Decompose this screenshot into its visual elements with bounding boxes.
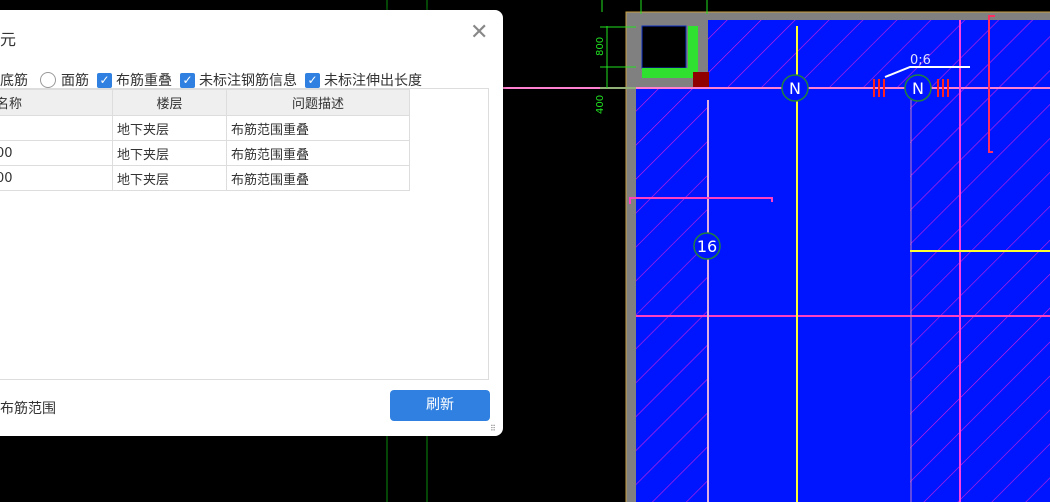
checkbox-label: 未标注伸出长度 <box>324 73 422 89</box>
marker-n[interactable]: N <box>789 79 801 98</box>
hatch <box>910 88 1050 502</box>
table-header: 名称 楼层 问题描述 <box>0 89 410 116</box>
rebar-label: 0;6 <box>910 53 931 68</box>
cell-floor: 地下夹层 <box>112 115 227 141</box>
checkbox-checked-icon[interactable]: ✓ <box>97 72 112 88</box>
filter-options: 底筋 面筋 ✓ 布筋重叠 ✓ 未标注钢筋信息 ✓ 未标注伸出长度 <box>0 70 430 90</box>
checkbox-unlabeled-info[interactable]: ✓ 未标注钢筋信息 <box>180 70 297 90</box>
opening <box>641 25 687 69</box>
rebar-range-label: 布筋范围 <box>0 401 56 417</box>
dialog-title: 图元 <box>0 30 17 49</box>
checkbox-checked-icon[interactable]: ✓ <box>180 72 195 88</box>
table-row[interactable]: 00 地下夹层 布筋范围重叠 <box>0 165 410 191</box>
hatch <box>708 20 1050 88</box>
resize-grip-icon[interactable]: ⠿ <box>490 424 496 433</box>
cell-name: 00 <box>0 140 113 166</box>
checkbox-checked-icon[interactable]: ✓ <box>305 72 320 88</box>
close-icon[interactable]: ✕ <box>470 22 488 44</box>
cell-description: 布筋范围重叠 <box>226 115 410 141</box>
column-header-floor[interactable]: 楼层 <box>112 89 227 116</box>
cell-name <box>0 115 113 141</box>
marker-16[interactable]: 16 <box>697 237 717 256</box>
refresh-button[interactable]: 刷新 <box>390 390 490 421</box>
checkbox-label: 未标注钢筋信息 <box>199 73 297 89</box>
cell-name: 00 <box>0 165 113 191</box>
checkbox-overlap[interactable]: ✓ 布筋重叠 <box>97 70 172 90</box>
radio-label: 面筋 <box>61 73 89 89</box>
radio-top-rebar[interactable]: 面筋 <box>36 70 89 90</box>
table-row[interactable]: 地下夹层 布筋范围重叠 <box>0 115 410 141</box>
marker-n[interactable]: N <box>912 79 924 98</box>
checkbox-label: 布筋重叠 <box>116 73 172 89</box>
check-dialog: 图元 ✕ 底筋 面筋 ✓布筋重叠 ✓未标注钢筋信息 ✓未标注伸出长度 名称 楼层… <box>0 10 503 436</box>
column-mark <box>693 72 709 88</box>
cell-floor: 地下夹层 <box>112 140 227 166</box>
cell-floor: 地下夹层 <box>112 165 227 191</box>
radio-label: 底筋 <box>0 73 28 89</box>
checkbox-unlabeled-length[interactable]: ✓ 未标注伸出长度 <box>305 70 422 90</box>
cell-description: 布筋范围重叠 <box>226 165 410 191</box>
table-row[interactable]: 00 地下夹层 布筋范围重叠 <box>0 140 410 166</box>
hatch <box>636 88 708 502</box>
cell-description: 布筋范围重叠 <box>226 140 410 166</box>
column-header-name[interactable]: 名称 <box>0 89 113 116</box>
column-header-description[interactable]: 问题描述 <box>226 89 410 116</box>
issue-table: 名称 楼层 问题描述 地下夹层 布筋范围重叠 00 地下夹层 布筋范围重叠 00… <box>0 88 489 380</box>
dimension-400: 400 <box>595 95 606 114</box>
dimension-800: 800 <box>595 37 606 56</box>
radio-icon[interactable] <box>40 72 56 88</box>
radio-bottom-rebar[interactable]: 底筋 <box>0 70 28 90</box>
